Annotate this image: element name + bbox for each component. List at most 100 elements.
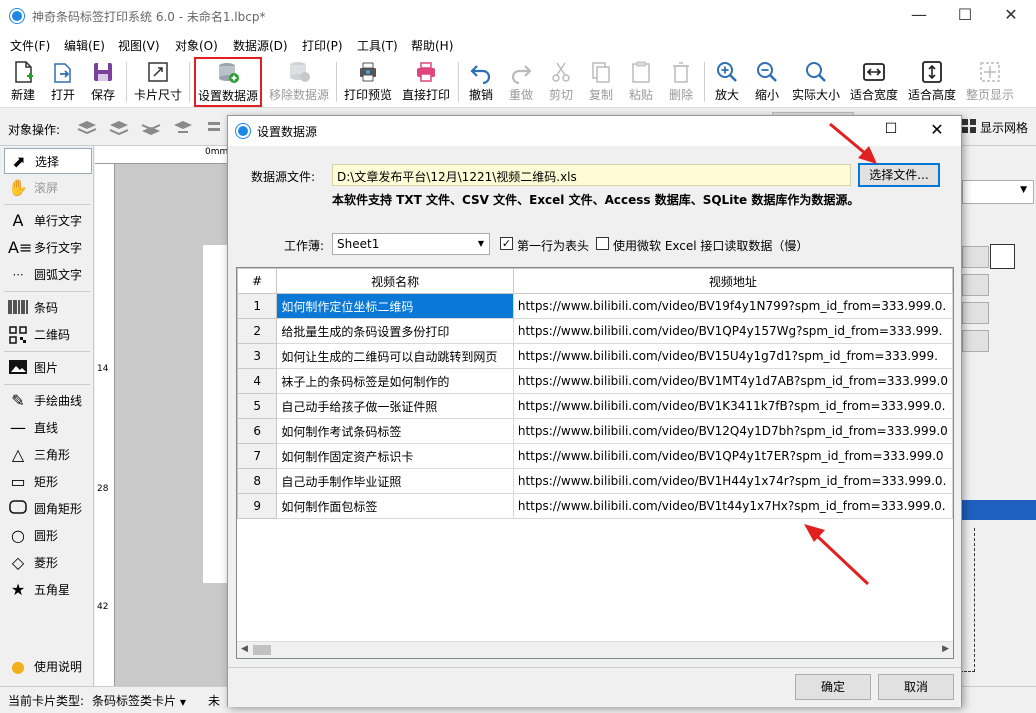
video-url-cell[interactable]: https://www.bilibili.com/video/BV1MT4y1d… — [512, 368, 953, 394]
maximize-button[interactable]: ☐ — [942, 0, 988, 32]
property-dropdown[interactable]: ▼ — [962, 180, 1034, 204]
tool-qrcode[interactable]: 二维码 — [4, 322, 92, 348]
video-name-cell[interactable]: 如何制作考试条码标签 — [276, 418, 514, 444]
card-size-button[interactable]: 卡片尺寸 — [132, 58, 184, 106]
tool-select[interactable]: ⬈ 选择 — [4, 148, 92, 174]
scrollbar-thumb[interactable] — [253, 645, 271, 655]
table-row[interactable]: 3 如何让生成的二维码可以自动跳转到网页 https://www.bilibili.… — [237, 343, 953, 369]
row-number-cell[interactable]: 8 — [237, 468, 278, 494]
zoom-out-button[interactable]: 缩小 — [750, 58, 784, 106]
tool-diamond[interactable]: ◇ 菱形 — [4, 550, 92, 576]
tool-single-line-text[interactable]: A 单行文字 — [4, 208, 92, 234]
actual-size-button[interactable]: 实际大小 — [790, 58, 842, 106]
table-row[interactable]: 5 自己动手给孩子做一张证件照 https://www.bilibili.com/v… — [237, 393, 953, 419]
video-url-cell[interactable]: https://www.bilibili.com/video/BV15U4y1g… — [512, 343, 953, 369]
column-header[interactable]: # — [237, 268, 278, 294]
menu-datasource[interactable]: 数据源(D) — [233, 37, 288, 54]
align-icon[interactable] — [206, 118, 222, 138]
video-name-cell[interactable]: 袜子上的条码标签是如何制作的 — [276, 368, 514, 394]
tool-star[interactable]: ★ 五角星 — [4, 577, 92, 603]
property-button[interactable] — [962, 330, 989, 352]
video-url-cell[interactable]: https://www.bilibili.com/video/BV12Q4y1D… — [512, 418, 953, 444]
layer-bottom-icon[interactable] — [172, 118, 194, 138]
dialog-close-button[interactable]: ✕ — [922, 120, 952, 139]
choose-file-button[interactable]: 选择文件... — [858, 163, 940, 187]
first-row-header-checkbox[interactable]: ✓ — [500, 237, 513, 250]
row-number-cell[interactable]: 1 — [237, 293, 278, 319]
row-number-cell[interactable]: 7 — [237, 443, 278, 469]
card-type-dropdown[interactable]: 条码标签类卡片 ▼ — [92, 692, 186, 709]
table-row[interactable]: 7 如何制作固定资产标识卡 https://www.bilibili.com/vid… — [237, 443, 953, 469]
help-button[interactable]: ● 使用说明 — [4, 654, 92, 680]
video-name-cell[interactable]: 如何制作面包标签 — [276, 493, 514, 519]
undo-button[interactable]: 撤销 — [464, 58, 498, 106]
datasource-file-input[interactable]: D:\文章发布平台\12月\1221\视频二维码.xls — [332, 164, 851, 186]
print-preview-button[interactable]: 打印预览 — [342, 58, 394, 106]
horizontal-scrollbar[interactable]: ◀ ▶ — [237, 641, 953, 658]
menu-view[interactable]: 视图(V) — [118, 37, 160, 54]
copy-button[interactable]: 复制 — [584, 58, 618, 106]
layer-top-icon[interactable] — [76, 118, 98, 138]
tool-rounded-rectangle[interactable]: 圆角矩形 — [4, 496, 92, 522]
redo-button[interactable]: 重做 — [504, 58, 538, 106]
scroll-right-icon[interactable]: ▶ — [942, 644, 949, 654]
full-page-button[interactable]: 整页显示 — [964, 58, 1016, 106]
video-name-cell[interactable]: 如何制作定位坐标二维码 — [276, 293, 514, 319]
tool-scroll[interactable]: ✋ 滚屏 — [4, 175, 92, 201]
tool-image[interactable]: 图片 — [4, 355, 92, 381]
delete-button[interactable]: 删除 — [664, 58, 698, 106]
minimize-button[interactable]: — — [896, 0, 942, 32]
layer-down-icon[interactable] — [140, 118, 162, 138]
save-button[interactable]: 保存 — [86, 58, 120, 106]
menu-tools[interactable]: 工具(T) — [357, 37, 398, 54]
direct-print-button[interactable]: 直接打印 — [400, 58, 452, 106]
zoom-in-button[interactable]: 放大 — [710, 58, 744, 106]
use-ms-excel-checkbox[interactable] — [596, 237, 609, 250]
tool-arc-text[interactable]: ⋯ 圆弧文字 — [4, 262, 92, 288]
menu-object[interactable]: 对象(O) — [175, 37, 218, 54]
table-row[interactable]: 9 如何制作面包标签 https://www.bilibili.com/video/… — [237, 493, 953, 519]
cut-button[interactable]: 剪切 — [544, 58, 578, 106]
data-preview-grid[interactable]: # 视频名称 视频地址 1 如何制作定位坐标二维码 https://www.bili… — [236, 267, 954, 659]
video-url-cell[interactable]: https://www.bilibili.com/video/BV1QP4y1t… — [512, 443, 953, 469]
tool-circle[interactable]: ○ 圆形 — [4, 523, 92, 549]
show-grid-toggle[interactable]: 显示网格 — [980, 119, 1028, 136]
tool-rectangle[interactable]: ▭ 矩形 — [4, 469, 92, 495]
tool-triangle[interactable]: △ 三角形 — [4, 442, 92, 468]
paste-button[interactable]: 粘贴 — [624, 58, 658, 106]
open-button[interactable]: 打开 — [46, 58, 80, 106]
tool-barcode[interactable]: 条码 — [4, 295, 92, 321]
video-name-cell[interactable]: 如何让生成的二维码可以自动跳转到网页 — [276, 343, 514, 369]
set-datasource-button[interactable]: 设置数据源 — [194, 57, 262, 107]
tool-line[interactable]: — 直线 — [4, 415, 92, 441]
column-header[interactable]: 视频地址 — [512, 268, 953, 294]
column-header[interactable]: 视频名称 — [276, 268, 514, 294]
layer-up-icon[interactable] — [108, 118, 130, 138]
row-number-cell[interactable]: 2 — [237, 318, 278, 344]
scroll-left-icon[interactable]: ◀ — [241, 644, 248, 654]
row-number-cell[interactable]: 3 — [237, 343, 278, 369]
video-url-cell[interactable]: https://www.bilibili.com/video/BV1t44y1x… — [512, 493, 953, 519]
row-number-cell[interactable]: 5 — [237, 393, 278, 419]
video-url-cell[interactable]: https://www.bilibili.com/video/BV1H44y1x… — [512, 468, 953, 494]
video-name-cell[interactable]: 如何制作固定资产标识卡 — [276, 443, 514, 469]
row-number-cell[interactable]: 6 — [237, 418, 278, 444]
video-name-cell[interactable]: 自己动手给孩子做一张证件照 — [276, 393, 514, 419]
fit-height-button[interactable]: 适合高度 — [906, 58, 958, 106]
table-row[interactable]: 1 如何制作定位坐标二维码 https://www.bilibili.com/vid… — [237, 293, 953, 319]
close-window-button[interactable]: ✕ — [988, 0, 1034, 32]
tool-freehand[interactable]: ✎ 手绘曲线 — [4, 388, 92, 414]
property-button[interactable] — [962, 274, 989, 296]
video-name-cell[interactable]: 给批量生成的条码设置多份打印 — [276, 318, 514, 344]
menu-file[interactable]: 文件(F) — [10, 37, 50, 54]
tool-multiline-text[interactable]: A≡ 多行文字 — [4, 235, 92, 261]
table-row[interactable]: 8 自己动手制作毕业证照 https://www.bilibili.com/vide… — [237, 468, 953, 494]
color-swatch[interactable] — [990, 244, 1015, 269]
remove-datasource-button[interactable]: 移除数据源 — [266, 58, 332, 106]
video-url-cell[interactable]: https://www.bilibili.com/video/BV19f4y1N… — [512, 293, 953, 319]
video-name-cell[interactable]: 自己动手制作毕业证照 — [276, 468, 514, 494]
table-row[interactable]: 6 如何制作考试条码标签 https://www.bilibili.com/vide… — [237, 418, 953, 444]
fit-width-button[interactable]: 适合宽度 — [848, 58, 900, 106]
row-number-cell[interactable]: 4 — [237, 368, 278, 394]
video-url-cell[interactable]: https://www.bilibili.com/video/BV1K3411k… — [512, 393, 953, 419]
